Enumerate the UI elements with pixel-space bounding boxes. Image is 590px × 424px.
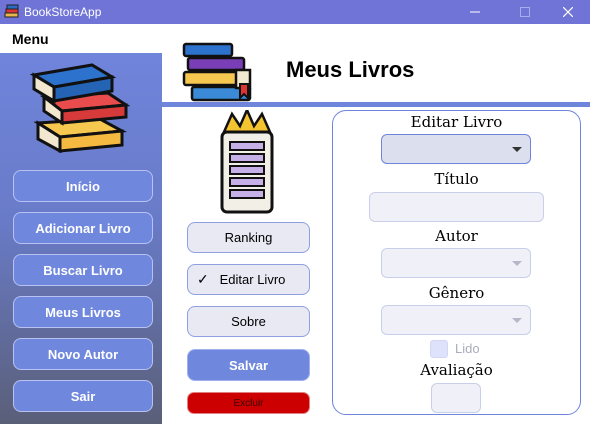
title-input[interactable] — [369, 192, 544, 222]
genre-select[interactable] — [381, 305, 531, 335]
close-button[interactable] — [546, 0, 590, 24]
sidebar-item-label: Início — [66, 178, 100, 194]
sidebar-item-label: Adicionar Livro — [35, 220, 131, 236]
menu-bar: Menu — [0, 24, 590, 53]
delete-button[interactable]: Excluir — [187, 392, 310, 414]
genre-label: Gênero — [428, 284, 485, 302]
edit-book-select[interactable] — [381, 134, 531, 164]
sidebar-item-meus-livros[interactable]: Meus Livros — [13, 296, 153, 328]
sidebar-item-label: Novo Autor — [47, 346, 119, 362]
minimize-icon — [470, 11, 480, 13]
chevron-down-icon — [512, 147, 522, 152]
menu-item[interactable]: Menu — [12, 31, 49, 47]
sidebar-item-inicio[interactable]: Início — [13, 170, 153, 202]
rating-label: Avaliação — [420, 361, 493, 379]
sidebar-item-buscar-livro[interactable]: Buscar Livro — [13, 254, 153, 286]
window-titlebar: BookStoreApp — [0, 0, 590, 24]
page-title: Meus Livros — [286, 57, 415, 82]
edit-book-label: Editar Livro — [410, 113, 503, 131]
read-checkbox[interactable] — [430, 340, 448, 358]
window-title: BookStoreApp — [24, 5, 102, 19]
chevron-down-icon — [512, 318, 522, 323]
sidebar-item-label: Buscar Livro — [43, 262, 123, 278]
close-icon — [563, 7, 573, 17]
sidebar-item-novo-autor[interactable]: Novo Autor — [13, 338, 153, 370]
sidebar: Início Adicionar Livro Buscar Livro Meus… — [0, 53, 162, 424]
books-icon — [4, 4, 19, 18]
edit-book-button[interactable]: ✓ Editar Livro — [187, 264, 310, 295]
ranking-button-label: Ranking — [224, 230, 273, 245]
title-label: Título — [434, 170, 479, 188]
maximize-button[interactable] — [502, 0, 548, 24]
author-select[interactable] — [381, 248, 531, 278]
header-divider — [162, 102, 590, 107]
about-button[interactable]: Sobre — [187, 306, 310, 337]
maximize-icon — [520, 7, 530, 17]
minimize-button[interactable] — [452, 0, 498, 24]
bookshelf-icon — [182, 42, 252, 102]
edit-book-button-label: Editar Livro — [219, 272, 286, 287]
save-button[interactable]: Salvar — [187, 349, 310, 381]
chevron-down-icon — [512, 261, 522, 266]
author-label: Autor — [435, 227, 478, 245]
delete-button-label: Excluir — [233, 397, 264, 409]
ranking-button[interactable]: Ranking — [187, 222, 310, 253]
sidebar-item-sair[interactable]: Sair — [13, 380, 153, 412]
sidebar-item-label: Sair — [70, 388, 96, 404]
rating-input[interactable] — [431, 383, 481, 413]
read-checkbox-label: Lido — [455, 341, 480, 356]
crowned-ranking-list-icon — [220, 110, 274, 214]
sidebar-item-adicionar-livro[interactable]: Adicionar Livro — [13, 212, 153, 244]
sidebar-item-label: Meus Livros — [45, 304, 121, 320]
books-stack-icon — [30, 63, 130, 153]
about-button-label: Sobre — [231, 314, 266, 329]
save-button-label: Salvar — [228, 357, 269, 373]
checkmark-icon: ✓ — [197, 271, 209, 287]
